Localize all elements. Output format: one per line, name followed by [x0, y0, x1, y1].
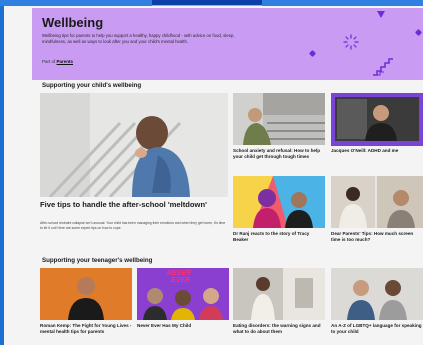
decorative-dot-icon: [308, 49, 317, 58]
never-ever-logo: NEVER EVER: [167, 270, 192, 284]
card-image: [233, 176, 325, 228]
part-of-line: Part of Parents: [42, 59, 73, 64]
featured-image: [40, 93, 228, 197]
parents-link[interactable]: Parents: [57, 59, 74, 64]
hero-description: Wellbeing tips for parents to help you s…: [42, 33, 235, 44]
card-title[interactable]: Jacques O'Neill: ADHD and me: [331, 148, 423, 154]
card-image: [331, 268, 423, 320]
card-title[interactable]: Never Ever Has My Child: [137, 323, 229, 329]
decorative-triangle-icon: [377, 11, 385, 18]
card-image: [331, 176, 423, 228]
card-title[interactable]: Roman Kemp: The Fight for Young Lives - …: [40, 323, 132, 335]
card-image: [233, 93, 325, 145]
card-eating-disorders[interactable]: Eating disorders: the warning signs and …: [233, 268, 325, 345]
hero-banner: Wellbeing Wellbeing tips for parents to …: [32, 8, 423, 80]
featured-summary: After-school restraint collapse isn't un…: [40, 221, 226, 230]
decorative-dot-icon: [414, 28, 423, 37]
card-dr-ranj[interactable]: Dr Ranj reacts to the story of Tracy Bea…: [233, 176, 325, 252]
card-image: NEVER EVER: [137, 268, 229, 320]
card-school-anxiety[interactable]: School anxiety and refusal: How to help …: [233, 93, 325, 173]
card-jacques-oneill[interactable]: Jacques O'Neill: ADHD and me: [331, 93, 423, 173]
card-title[interactable]: Dear Parents' Tips: How much screen time…: [331, 231, 423, 243]
card-title[interactable]: Dr Ranj reacts to the story of Tracy Bea…: [233, 231, 325, 243]
part-of-label: Part of: [42, 59, 56, 64]
card-roman-kemp[interactable]: Roman Kemp: The Fight for Young Lives - …: [40, 268, 132, 345]
featured-title[interactable]: Five tips to handle the after-school 'me…: [40, 200, 228, 209]
featured-card[interactable]: Five tips to handle the after-school 'me…: [40, 93, 228, 245]
card-never-ever[interactable]: NEVER EVER Never Ever Has My Child: [137, 268, 229, 345]
section-heading-child: Supporting your child's wellbeing: [42, 82, 142, 89]
card-title[interactable]: School anxiety and refusal: How to help …: [233, 148, 325, 160]
card-image: [40, 268, 132, 320]
card-title[interactable]: Eating disorders: the warning signs and …: [233, 323, 325, 335]
stairs-icon: [373, 58, 393, 76]
section-heading-teen: Supporting your teenager's wellbeing: [42, 257, 153, 264]
sparkle-icon: [343, 34, 359, 50]
card-image: [233, 268, 325, 320]
card-screen-time[interactable]: Dear Parents' Tips: How much screen time…: [331, 176, 423, 252]
page-frame: Wellbeing Wellbeing tips for parents to …: [4, 6, 423, 345]
card-lgbtq-language[interactable]: An A-Z of LGBTQ+ language for speaking t…: [331, 268, 423, 345]
card-title[interactable]: An A-Z of LGBTQ+ language for speaking t…: [331, 323, 423, 335]
card-image: [331, 93, 423, 146]
page-title: Wellbeing: [42, 15, 104, 30]
